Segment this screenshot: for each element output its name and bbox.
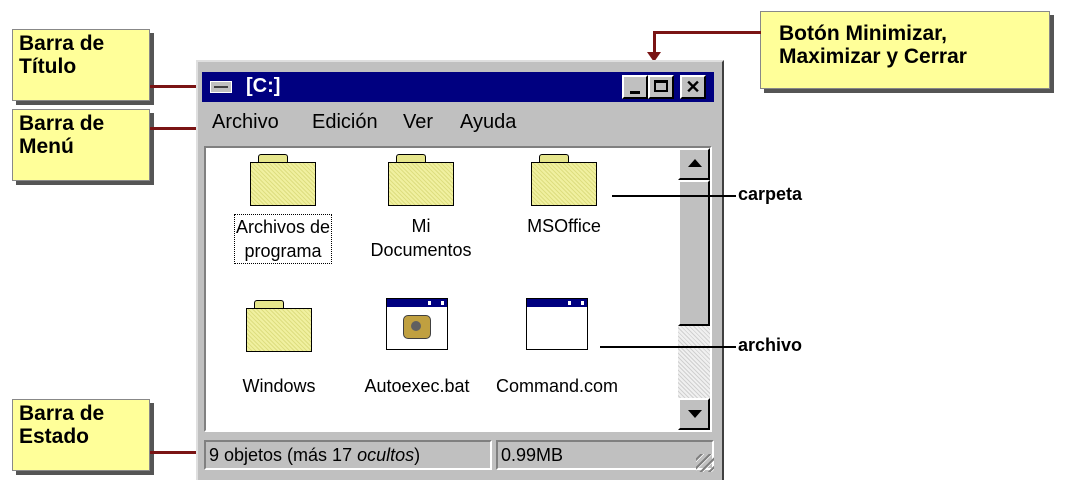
status-objects-text: 9 objetos (más 17 [209,445,358,465]
folder-icon [531,154,597,206]
vertical-scrollbar[interactable] [678,148,710,430]
status-bar: 9 objetos (más 17 ocultos) 0.99MB [202,438,714,472]
callout-line: Botón Minimizar, [779,22,947,45]
list-item[interactable]: Archivos de programa [218,154,348,264]
folder-pointer-line [612,195,736,197]
file-pointer-line [600,346,736,348]
menu-archivo[interactable]: Archivo [212,111,279,134]
folder-icon [250,154,316,206]
menu-ver[interactable]: Ver [403,111,433,134]
item-label: MSOffice [527,216,601,236]
menu-ayuda[interactable]: Ayuda [460,111,516,134]
buttons-connector [653,31,761,34]
callout-line: Menú [19,135,74,158]
list-item[interactable]: Mi Documentos [356,154,486,262]
folder-label: carpeta [738,184,803,204]
menu-bar: Archivo Edición Ver Ayuda [202,106,714,136]
window-title: [C:] [246,75,281,97]
drive-icon [210,81,232,93]
buttons-connector-vertical [653,31,656,53]
menu-edicion[interactable]: Edición [312,111,378,134]
item-label-line: Documentos [370,240,472,260]
item-label: Mi Documentos [356,214,486,262]
status-size-text: 0.99MB [501,445,564,465]
resize-grip[interactable] [696,454,714,472]
item-label: Windows [242,376,316,396]
callout-line: Estado [19,425,90,448]
folder-icon [246,300,312,352]
item-label: Command.com [495,376,619,396]
item-label-line: Mi [411,216,431,236]
close-icon: ✕ [685,77,701,97]
file-label: archivo [738,335,803,355]
list-item[interactable]: Command.com [492,298,622,398]
title-bar[interactable]: [C:] ✕ [202,72,714,102]
maximize-button[interactable] [648,75,674,99]
minimize-button[interactable] [622,75,648,99]
status-hidden-text: ocultos [357,445,415,465]
arrow-down-icon [688,410,702,418]
minimize-icon [630,91,640,94]
list-item[interactable]: MSOffice [499,154,629,238]
item-label: Autoexec.bat [364,376,470,396]
window-buttons-callout: Botón Minimizar, Maximizar y Cerrar [760,11,1050,89]
scroll-down-button[interactable] [678,398,710,430]
status-objects-suffix: ) [414,445,421,465]
title-bar-callout: Barra de Título [12,29,150,101]
scroll-thumb[interactable] [678,180,710,326]
maximize-icon [654,80,668,92]
status-size: 0.99MB [496,440,714,470]
callout-line: Maximizar y Cerrar [779,45,967,68]
status-objects: 9 objetos (más 17 ocultos) [204,440,492,470]
status-bar-callout: Barra de Estado [12,399,150,471]
callout-line: Barra de [19,402,105,425]
application-file-icon [526,298,588,350]
scroll-up-button[interactable] [678,148,710,180]
item-label: Archivos de programa [233,214,333,264]
item-label-line: programa [244,241,322,261]
list-item[interactable]: Autoexec.bat [352,298,482,398]
item-label-line: Archivos de [235,217,331,237]
explorer-window: [C:] ✕ Archivo Edición Ver Ayuda Archivo… [196,60,724,480]
callout-line: Barra de [19,112,105,135]
menu-bar-callout: Barra de Menú [12,109,150,181]
callout-line: Título [19,55,77,78]
folder-icon [388,154,454,206]
batch-file-icon [386,298,448,350]
arrow-up-icon [688,159,702,167]
close-button[interactable]: ✕ [680,75,706,99]
callout-line: Barra de [19,32,105,55]
list-item[interactable]: Windows [214,300,344,398]
file-list: Archivos de programa Mi Documentos MSOff… [204,146,712,432]
